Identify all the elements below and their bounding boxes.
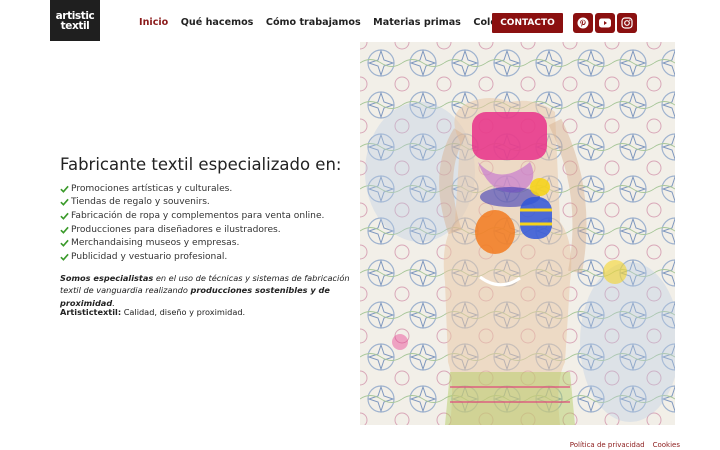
feature-text: Fabricación de ropa y complementos para …: [71, 210, 325, 221]
feature-text: Producciones para diseñadores e ilustrad…: [71, 224, 281, 235]
check-icon: [60, 226, 71, 234]
logo-line-1: artistic: [55, 9, 95, 22]
pinterest-button[interactable]: [573, 13, 593, 33]
page-title: Fabricante textil especializado en:: [60, 155, 342, 174]
feature-list: Promociones artísticas y culturales. Tie…: [60, 182, 324, 264]
feature-item: Fabricación de ropa y complementos para …: [60, 209, 324, 223]
brand-logo[interactable]: artistic textil: [50, 0, 100, 41]
footer-links: Política de privacidad Cookies: [562, 441, 680, 449]
tagline-strong: Artistictextil:: [60, 307, 122, 317]
instagram-icon: [621, 17, 633, 29]
feature-text: Promociones artísticas y culturales.: [71, 183, 233, 194]
contact-button[interactable]: CONTACTO: [492, 13, 563, 33]
nav-item-inicio[interactable]: Inicio: [139, 17, 168, 28]
instagram-button[interactable]: [617, 13, 637, 33]
pinterest-icon: [577, 17, 589, 29]
main-nav: Inicio Qué hacemos Cómo trabajamos Mater…: [139, 17, 550, 28]
tagline-text: Calidad, diseño y proximidad.: [121, 307, 246, 317]
nav-item-como-trabajamos[interactable]: Cómo trabajamos: [266, 17, 361, 28]
hero-illustration: [360, 42, 675, 425]
feature-item: Merchandaising museos y empresas.: [60, 236, 324, 250]
logo-line-2: textil: [60, 19, 90, 32]
check-icon: [60, 239, 71, 248]
feature-item: Tiendas de regalo y souvenirs.: [60, 196, 324, 210]
feature-text: Tiendas de regalo y souvenirs.: [71, 197, 210, 208]
youtube-button[interactable]: [595, 13, 615, 33]
feature-item: Publicidad y vestuario profesional.: [60, 250, 324, 264]
privacy-link[interactable]: Política de privacidad: [570, 441, 645, 449]
feature-text: Publicidad y vestuario profesional.: [71, 251, 228, 262]
para-strong: Somos especialistas: [60, 273, 154, 283]
check-icon: [60, 212, 71, 220]
intro-paragraph: Somos especialistas en el uso de técnica…: [60, 272, 350, 309]
hero-image: [360, 42, 675, 425]
nav-item-que-hacemos[interactable]: Qué hacemos: [181, 17, 254, 28]
youtube-icon: [599, 18, 611, 28]
check-icon: [60, 253, 71, 261]
tagline: Artistictextil: Calidad, diseño y proxim…: [60, 307, 245, 317]
feature-item: Producciones para diseñadores e ilustrad…: [60, 223, 324, 237]
feature-item: Promociones artísticas y culturales.: [60, 182, 324, 196]
nav-item-materias-primas[interactable]: Materias primas: [373, 17, 461, 28]
check-icon: [60, 198, 71, 207]
check-icon: [60, 185, 71, 193]
cookies-link[interactable]: Cookies: [653, 441, 680, 449]
feature-text: Merchandaising museos y empresas.: [71, 238, 240, 249]
